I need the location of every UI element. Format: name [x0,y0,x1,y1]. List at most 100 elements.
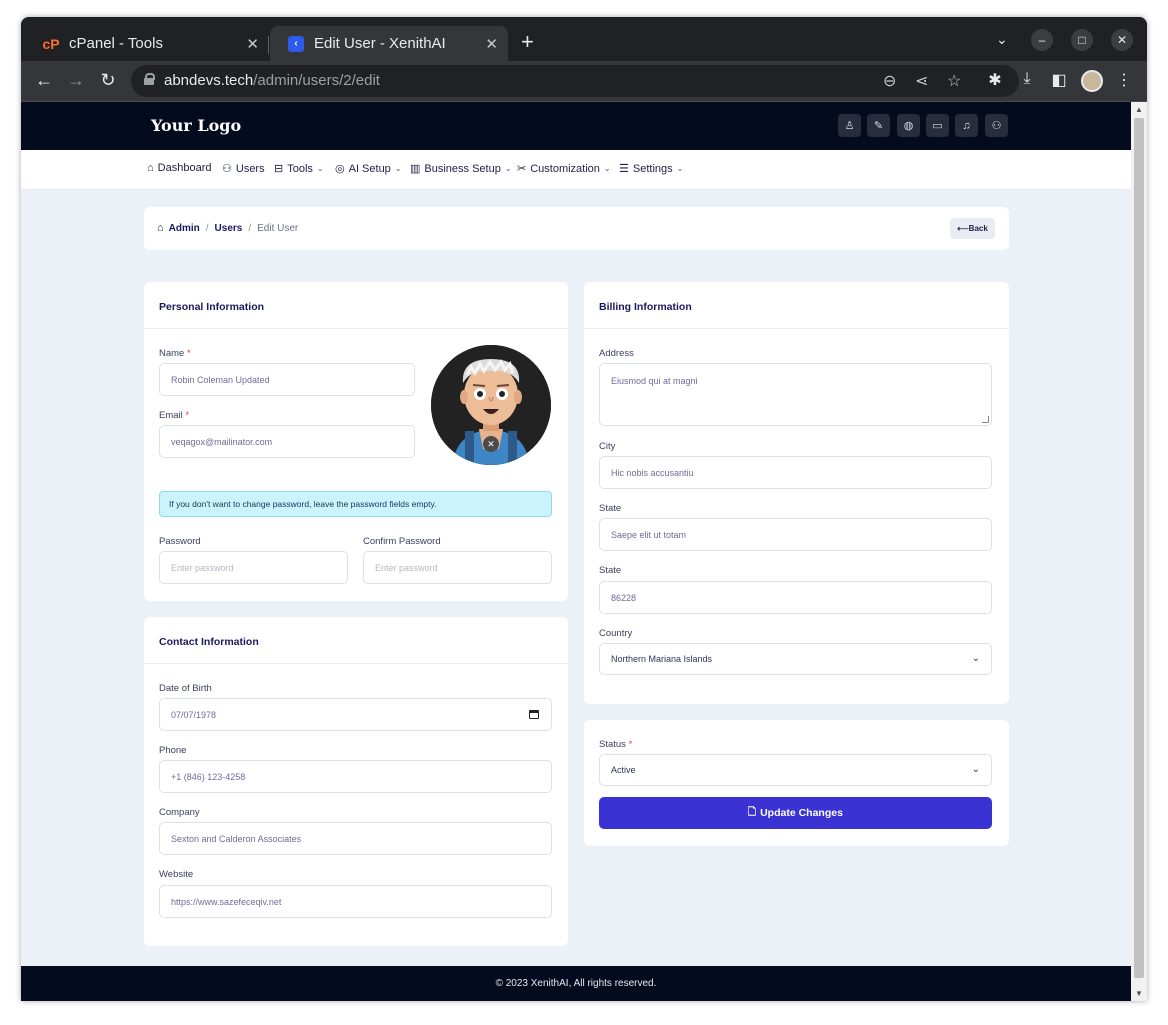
briefcase-icon: ⊟ [274,163,284,175]
url-text[interactable]: abndevs.tech/admin/users/2/edit [164,72,380,89]
new-tab-icon[interactable]: + [521,29,534,55]
password-label: Password [159,536,201,547]
scroll-up-icon[interactable]: ▲ [1135,105,1143,114]
password-field[interactable]: Enter password [159,551,348,584]
address-bar[interactable]: abndevs.tech/admin/users/2/edit ⊖ ⋖ ☆ [131,65,1019,97]
nav-label: Users [235,162,265,175]
profile-avatar[interactable] [1081,70,1103,92]
nav-tools[interactable]: ⊟ Tools ⌄ [274,162,324,176]
country-value: Northern Mariana Islands [611,654,713,664]
country-label: Country [599,628,633,639]
page-scrollbar[interactable]: ▲ ▼ [1131,102,1147,1001]
extensions-icon[interactable]: ✱ [984,70,1006,90]
breadcrumb-card: ⌂ Admin / Users / Edit User ⟵ Back [144,207,1009,250]
close-window-icon[interactable]: ✕ [1111,29,1133,51]
nav-customization[interactable]: ✂ Customization ⌄ [517,162,611,176]
city-field[interactable]: Hic nobis accusantiu [599,456,992,489]
chevron-down-icon: ⌄ [971,764,980,775]
maximize-icon[interactable]: □ [1071,29,1093,51]
close-tab-icon[interactable]: ✕ [246,35,259,53]
users-icon: ⚇ [222,163,232,175]
chevron-down-icon: ⌄ [676,164,684,173]
nav-label: Tools [287,162,313,175]
card-title: Contact Information [159,636,259,648]
chevron-down-icon: ⌄ [394,164,402,173]
browser-toolbar: ← → ↻ abndevs.tech/admin/users/2/edit ⊖ … [21,61,1147,102]
country-select[interactable]: Northern Mariana Islands ⌄ [599,643,992,675]
download-icon[interactable]: ⤓ [1016,70,1038,88]
status-card: Status * Active ⌄ 🗋 Update Changes [584,720,1009,846]
breadcrumb-users[interactable]: Users [215,223,243,234]
billing-info-card: Billing Information Address Eiusmod qui … [584,282,1009,704]
chevron-down-icon: ⌄ [504,164,512,173]
breadcrumb-admin[interactable]: Admin [169,223,200,234]
page-viewport: Your Logo ♙ ✎ ◍ ▭ ♫ ⚇ ⌂ Dashboard ⚇ Users … [21,102,1131,1001]
confirm-password-field[interactable]: Enter password [363,551,552,584]
tab-cpanel[interactable]: cP cPanel - Tools ✕ [25,26,269,61]
calendar-icon[interactable] [529,710,539,719]
nav-dashboard[interactable]: ⌂ Dashboard [147,162,211,174]
share-icon[interactable]: ⋖ [915,71,928,91]
globe-icon[interactable]: ◍ [897,114,920,137]
paint-icon[interactable]: ✎ [867,114,890,137]
company-label: Company [159,807,200,818]
browser-window: cP cPanel - Tools ✕ ‹ Edit User - Xenith… [21,17,1147,1001]
password-alert: If you don't want to change password, le… [159,491,552,517]
chevron-down-icon: ⌄ [316,164,324,173]
avatar[interactable]: ✕ [431,345,551,465]
dob-field[interactable]: 07/07/1978 [159,698,552,731]
chevron-down-icon: ⌄ [603,164,611,173]
account-icon[interactable]: ⚇ [985,114,1008,137]
site-header: Your Logo ♙ ✎ ◍ ▭ ♫ ⚇ [21,102,1131,150]
state-field[interactable]: Saepe elit ut totam [599,518,992,551]
forward-arrow-icon[interactable]: → [65,70,87,91]
nav-label: Dashboard [157,162,212,174]
tools-icon: ✂ [517,163,527,175]
nav-label: Customization [530,162,600,175]
close-tab-icon[interactable]: ✕ [485,35,498,53]
zoom-icon[interactable]: ⊖ [883,71,896,91]
back-arrow-icon[interactable]: ← [33,70,55,91]
scrollbar-thumb[interactable] [1134,118,1144,978]
back-button[interactable]: ⟵ Back [950,218,995,239]
bookmark-star-icon[interactable]: ☆ [947,71,961,91]
personal-info-card: Personal Information Name * Robin Colema… [144,282,568,601]
tab-search-chevron-icon[interactable]: ⌄ [996,31,1008,48]
breadcrumb-separator: / [205,222,209,234]
sidebar-icon[interactable]: ◧ [1048,70,1070,90]
site-logo[interactable]: Your Logo [151,116,241,135]
xenith-favicon-icon: ‹ [288,35,304,52]
tab-edit-user[interactable]: ‹ Edit User - XenithAI ✕ [270,26,508,61]
tab-title: cPanel - Tools [69,35,163,52]
bell-icon[interactable]: ♫ [955,114,978,137]
nav-users[interactable]: ⚇ Users [222,162,265,176]
website-field[interactable]: https://www.sazefeceqiv.net [159,885,552,918]
resize-handle-icon[interactable] [982,416,989,423]
zip-label: State [599,565,622,576]
update-changes-button[interactable]: 🗋 Update Changes [599,797,992,829]
zip-field[interactable]: 86228 [599,581,992,614]
phone-field[interactable]: +1 (846) 123-4258 [159,760,552,793]
address-field[interactable]: Eiusmod qui at magni [599,363,992,426]
name-field[interactable]: Robin Coleman Updated [159,363,415,396]
file-icon: 🗋 [748,806,757,818]
scroll-down-icon[interactable]: ▼ [1135,989,1143,998]
user-icon[interactable]: ♙ [838,114,861,137]
status-value: Active [611,765,636,775]
home-icon: ⌂ [147,162,154,174]
email-field[interactable]: veqagox@mailinator.com [159,425,415,458]
card-icon[interactable]: ▭ [926,114,949,137]
contact-info-card: Contact Information Date of Birth 07/07/… [144,617,568,946]
website-label: Website [159,869,194,880]
remove-avatar-icon[interactable]: ✕ [483,436,499,452]
breadcrumb-current: Edit User [257,222,299,234]
minimize-icon[interactable]: – [1031,29,1053,51]
menu-dots-icon[interactable]: ⋮ [1113,70,1135,90]
nav-label: Settings [632,162,673,175]
nav-settings[interactable]: ☰ Settings ⌄ [619,162,684,176]
status-select[interactable]: Active ⌄ [599,754,992,786]
nav-ai-setup[interactable]: ◎ AI Setup ⌄ [335,162,402,176]
reload-icon[interactable]: ↻ [97,70,119,91]
nav-business-setup[interactable]: ▥ Business Setup ⌄ [410,162,512,176]
company-field[interactable]: Sexton and Calderon Associates [159,822,552,855]
